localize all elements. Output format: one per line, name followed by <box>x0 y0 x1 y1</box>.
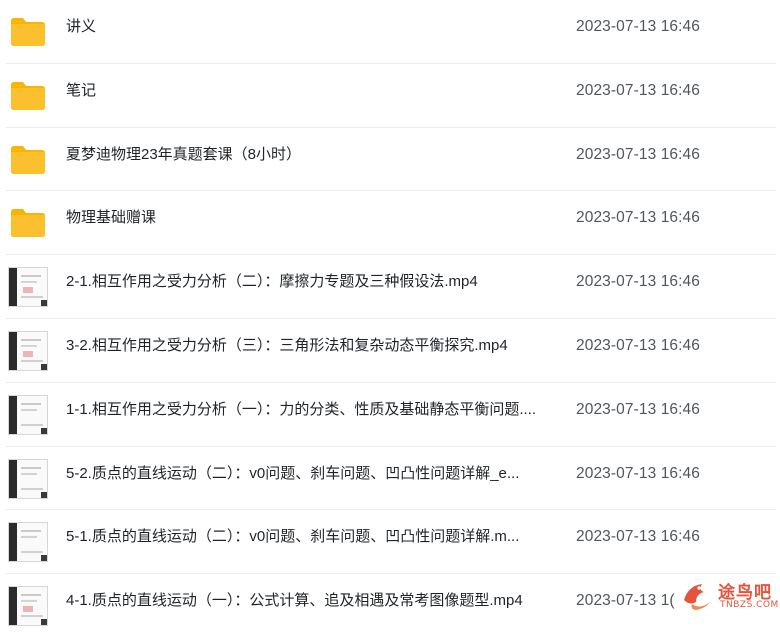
list-item[interactable]: 2-1.相互作用之受力分析（二）：摩擦力专题及三种假设法.mp4 2023-07… <box>5 255 776 319</box>
list-item[interactable]: 讲义 2023-07-13 16:46 <box>5 0 776 64</box>
list-item[interactable]: 4-1.质点的直线运动（一）：公式计算、追及相遇及常考图像题型.mp4 2023… <box>5 574 776 638</box>
file-name: 5-2.质点的直线运动（二）：v0问题、刹车问题、凹凸性问题详解_e... <box>66 464 520 482</box>
file-name: 5-1.质点的直线运动（二）：v0问题、刹车问题、凹凸性问题详解.m... <box>66 528 520 546</box>
folder-icon <box>8 203 48 243</box>
watermark-logo: 途鸟吧 TNBZS.COM <box>676 570 780 616</box>
video-thumbnail <box>8 267 48 308</box>
modified-date: 2023-07-13 16:46 <box>576 18 700 35</box>
modified-date: 2023-07-13 16:46 <box>576 145 700 163</box>
modified-date: 2023-07-13 16:46 <box>576 528 700 546</box>
list-item[interactable]: 夏梦迪物理23年真题套课（8小时） 2023-07-13 16:46 <box>5 128 776 192</box>
file-name: 4-1.质点的直线运动（一）：公式计算、追及相遇及常考图像题型.mp4 <box>66 592 523 610</box>
list-item[interactable]: 5-2.质点的直线运动（二）：v0问题、刹车问题、凹凸性问题详解_e... 20… <box>5 447 776 511</box>
modified-date: 2023-07-13 16:46 <box>576 81 700 99</box>
folder-icon <box>8 140 48 180</box>
modified-date: 2023-07-13 16:46 <box>576 273 700 291</box>
list-item[interactable]: 3-2.相互作用之受力分析（三）：三角形法和复杂动态平衡探究.mp4 2023-… <box>5 319 776 383</box>
file-list: 讲义 2023-07-13 16:46 笔记 2023-07-13 16:46 … <box>0 0 780 638</box>
list-item[interactable]: 1-1.相互作用之受力分析（一）：力的分类、性质及基础静态平衡问题.... 20… <box>5 383 776 447</box>
folder-icon <box>8 12 48 52</box>
folder-icon <box>8 76 48 116</box>
bird-logo-icon <box>678 576 716 614</box>
video-thumbnail <box>8 458 48 499</box>
file-name: 1-1.相互作用之受力分析（一）：力的分类、性质及基础静态平衡问题.... <box>66 400 537 418</box>
video-thumbnail <box>8 522 48 563</box>
file-name: 讲义 <box>66 18 97 35</box>
modified-date: 2023-07-13 16:46 <box>576 336 700 354</box>
file-name: 2-1.相互作用之受力分析（二）：摩擦力专题及三种假设法.mp4 <box>66 273 478 291</box>
list-item[interactable]: 物理基础赠课 2023-07-13 16:46 <box>5 191 776 256</box>
modified-date: 2023-07-13 16:46 <box>576 400 700 418</box>
video-thumbnail <box>8 330 48 371</box>
modified-date: 2023-07-13 16:46 <box>576 464 700 482</box>
file-name: 夏梦迪物理23年真题套课（8小时） <box>66 145 302 163</box>
modified-date: 2023-07-13 16:46 <box>576 209 700 227</box>
file-name: 3-2.相互作用之受力分析（三）：三角形法和复杂动态平衡探究.mp4 <box>66 336 508 354</box>
video-thumbnail <box>8 394 48 435</box>
file-name: 笔记 <box>66 81 97 99</box>
file-name: 物理基础赠课 <box>66 209 157 227</box>
watermark-subtext: TNBZS.COM <box>720 600 779 610</box>
list-item[interactable]: 5-1.质点的直线运动（二）：v0问题、刹车问题、凹凸性问题详解.m... 20… <box>5 510 776 575</box>
modified-date: 2023-07-13 1( <box>576 592 675 610</box>
list-item[interactable]: 笔记 2023-07-13 16:46 <box>5 64 776 128</box>
video-thumbnail <box>8 586 48 627</box>
